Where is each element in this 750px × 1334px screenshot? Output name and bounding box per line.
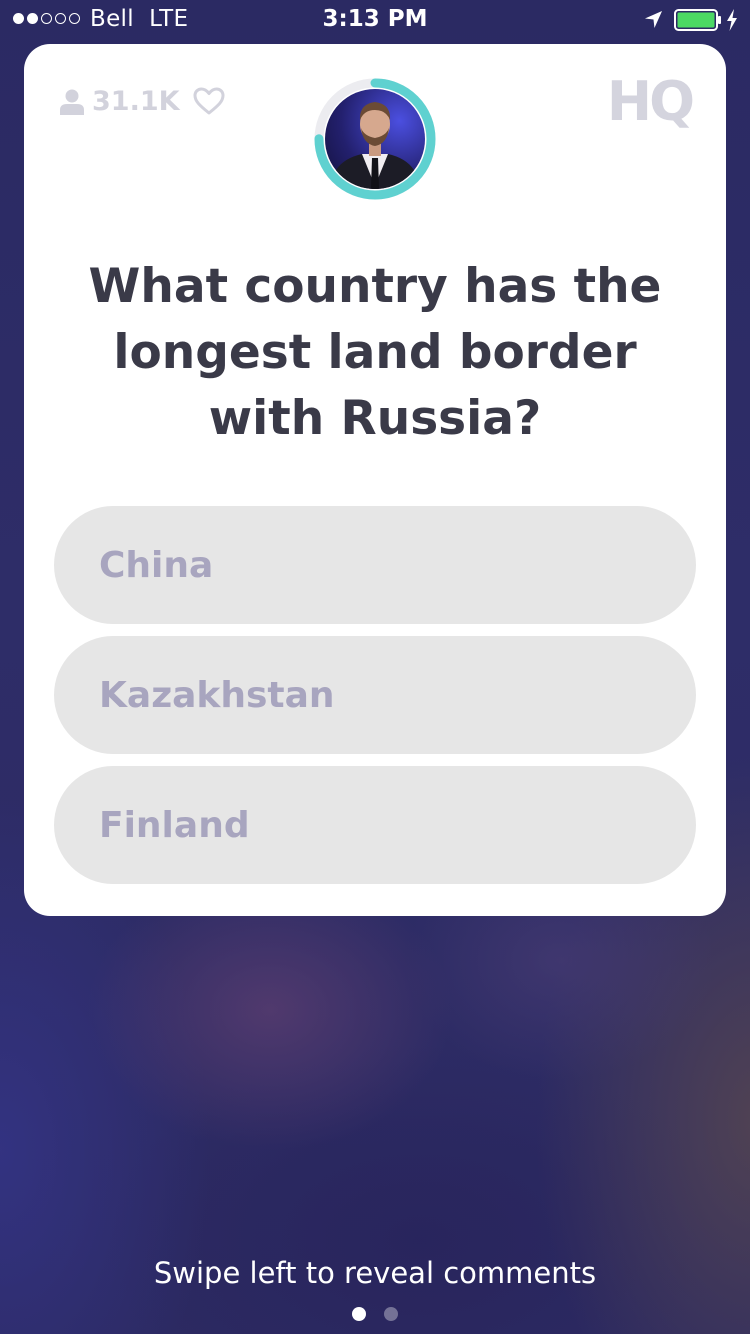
battery-icon xyxy=(674,9,721,31)
question-card: 31.1K HQ What country has the longest la… xyxy=(24,44,726,916)
page-indicator[interactable] xyxy=(0,1307,750,1321)
answer-option-china[interactable]: China xyxy=(54,506,696,624)
viewer-count: 31.1K xyxy=(60,86,180,117)
battery-level-fill xyxy=(677,12,715,28)
heart-icon[interactable] xyxy=(192,86,226,116)
answer-option-finland[interactable]: Finland xyxy=(54,766,696,884)
page-dot-active[interactable] xyxy=(352,1307,366,1321)
person-icon xyxy=(60,89,84,115)
question-text: What country has the longest land border… xyxy=(88,259,662,446)
host-avatar-timer xyxy=(314,78,436,200)
page-dot-inactive[interactable] xyxy=(384,1307,398,1321)
hq-logo: HQ xyxy=(606,70,695,133)
answer-option-kazakhstan[interactable]: Kazakhstan xyxy=(54,636,696,754)
swipe-hint: Swipe left to reveal comments xyxy=(153,1256,597,1290)
charging-bolt-icon xyxy=(727,9,737,31)
status-bar: Bell LTE 3:13 PM xyxy=(0,0,750,40)
location-arrow-icon xyxy=(644,10,663,29)
viewer-count-label: 31.1K xyxy=(92,86,180,117)
answer-label: Kazakhstan xyxy=(99,674,335,716)
answer-label: China xyxy=(99,544,214,586)
answer-label: Finland xyxy=(99,804,250,846)
answer-list: China Kazakhstan Finland xyxy=(54,506,696,896)
status-time: 3:13 PM xyxy=(322,6,428,32)
